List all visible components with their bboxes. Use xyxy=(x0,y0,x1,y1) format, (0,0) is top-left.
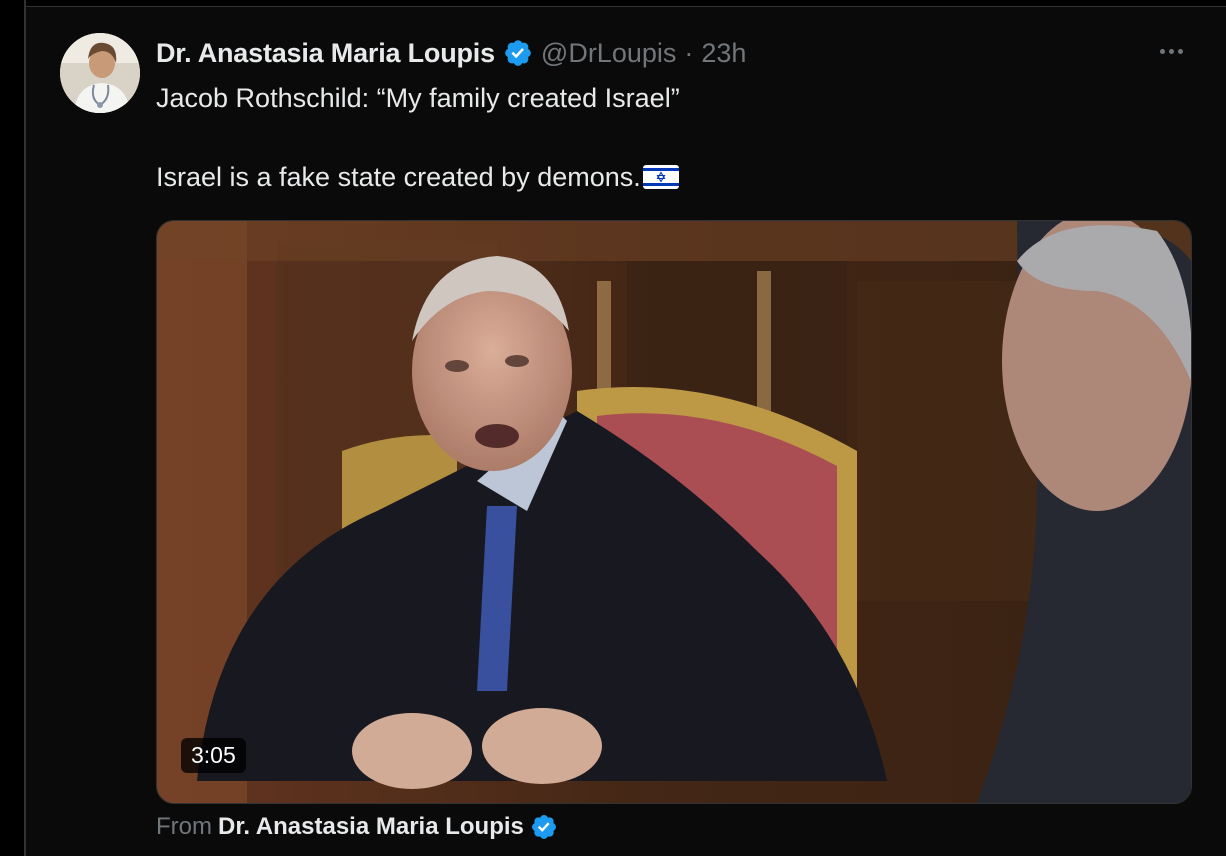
video-player[interactable]: 3:05 xyxy=(156,220,1192,804)
video-thumbnail xyxy=(157,221,1191,803)
timestamp[interactable]: 23h xyxy=(701,38,746,69)
video-duration: 3:05 xyxy=(181,738,246,773)
attribution-prefix: From xyxy=(156,813,212,840)
tweet-card[interactable]: Dr. Anastasia Maria Loupis @DrLoupis · 2… xyxy=(26,7,1226,856)
tweet-text-line-2: Israel is a fake state created by demons… xyxy=(156,162,679,193)
avatar[interactable] xyxy=(60,33,140,113)
attribution-name[interactable]: Dr. Anastasia Maria Loupis xyxy=(218,813,524,841)
more-dot xyxy=(1159,48,1165,54)
israel-flag-emoji-icon xyxy=(642,165,679,189)
tweet-text-content: Israel is a fake state created by demons… xyxy=(156,162,641,192)
more-options-icon[interactable] xyxy=(1154,39,1188,63)
tweet-header: Dr. Anastasia Maria Loupis @DrLoupis · 2… xyxy=(156,35,746,71)
tweet-text-line-1: Jacob Rothschild: “My family created Isr… xyxy=(156,83,680,113)
timeline-frame: Dr. Anastasia Maria Loupis @DrLoupis · 2… xyxy=(0,0,1226,856)
more-dot xyxy=(1168,48,1174,54)
media-attribution: From Dr. Anastasia Maria Loupis xyxy=(156,813,558,841)
author-display-name[interactable]: Dr. Anastasia Maria Loupis xyxy=(156,38,495,69)
meta-separator: · xyxy=(684,37,694,68)
author-handle[interactable]: @DrLoupis xyxy=(541,38,676,69)
verified-badge-icon[interactable] xyxy=(503,38,533,68)
avatar-photo-icon xyxy=(60,33,140,113)
more-dot xyxy=(1177,48,1183,54)
verified-badge-icon[interactable] xyxy=(530,813,558,841)
